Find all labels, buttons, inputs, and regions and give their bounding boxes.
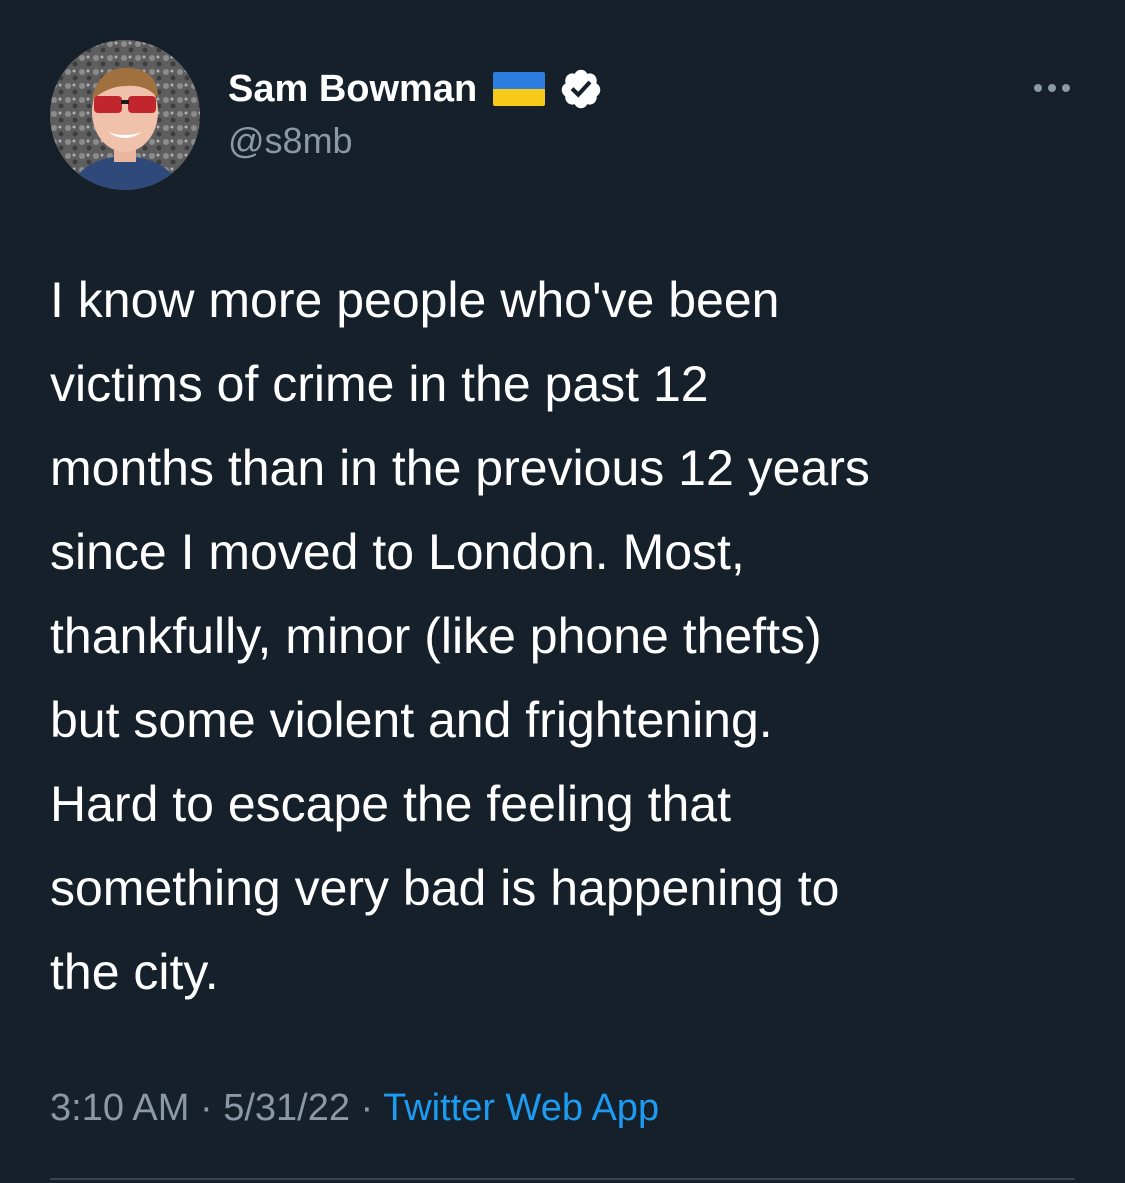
ukraine-flag-icon [493,72,546,106]
avatar-image [50,40,200,190]
meta-separator: · [189,1087,224,1129]
tweet-text-line: thankfully, minor (like phone thefts) [50,608,822,664]
tweet-date[interactable]: 5/31/22 [223,1087,350,1129]
tweet-text-line: the city. [50,944,219,1000]
author-name-row: Sam Bowman [228,66,603,112]
tweet-text: I know more people who've been victims o… [50,258,1090,1014]
tweet-text-line: something very bad is happening to [50,860,840,916]
tweet-time[interactable]: 3:10 AM [50,1087,189,1129]
verified-badge-icon [561,69,601,109]
tweet-metadata: 3:10 AM · 5/31/22 · Twitter Web App [50,1087,659,1130]
meta-separator: · [350,1087,384,1129]
tweet-text-line: victims of crime in the past 12 [50,356,709,412]
author-handle[interactable]: @s8mb [228,120,353,162]
tweet-text-line: I know more people who've been [50,272,780,328]
tweet-card: Sam Bowman @s8mb I know more people who'… [0,0,1125,1183]
avatar[interactable] [50,40,200,190]
tweet-source-link[interactable]: Twitter Web App [383,1087,659,1129]
tweet-text-line: since I moved to London. Most, [50,524,745,580]
tweet-text-line: but some violent and frightening. [50,692,773,748]
tweet-text-line: Hard to escape the feeling that [50,776,732,832]
divider [50,1178,1075,1180]
author-display-name[interactable]: Sam Bowman [228,68,477,111]
more-options-icon[interactable] [1030,68,1074,108]
tweet-text-line: months than in the previous 12 years [50,440,870,496]
